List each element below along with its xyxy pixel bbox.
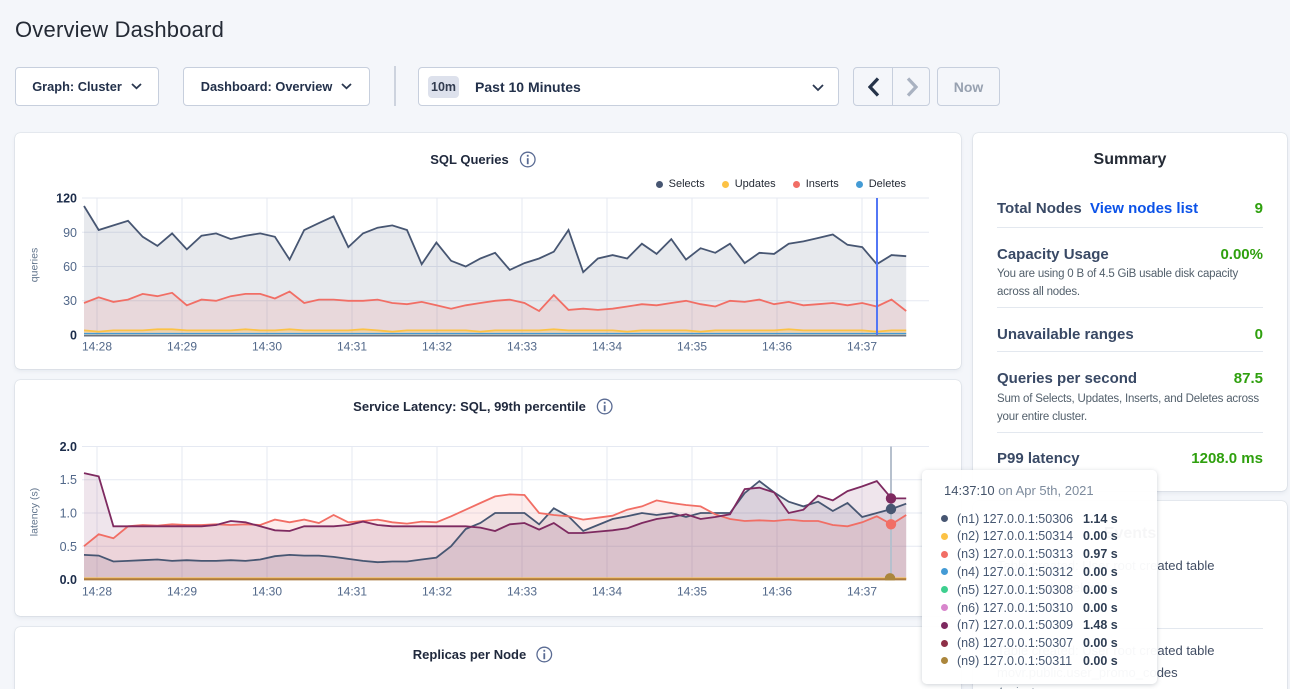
svg-text:14:29: 14:29 [167,340,197,354]
svg-text:14:35: 14:35 [677,340,707,354]
svg-text:14:30: 14:30 [252,340,282,354]
svg-text:14:37: 14:37 [847,340,877,354]
svg-text:14:30: 14:30 [252,585,282,599]
svg-text:latency (s): latency (s) [29,488,41,536]
svg-text:14:28: 14:28 [82,340,112,354]
svg-text:14:28: 14:28 [82,585,112,599]
svg-text:14:32: 14:32 [422,340,452,354]
svg-text:0.5: 0.5 [60,540,77,554]
svg-text:14:33: 14:33 [507,340,537,354]
svg-text:30: 30 [63,294,77,308]
svg-text:90: 90 [63,226,77,240]
svg-text:0.0: 0.0 [60,573,77,587]
svg-text:1.5: 1.5 [60,473,77,487]
svg-text:60: 60 [63,260,77,274]
svg-text:14:37: 14:37 [847,585,877,599]
svg-text:120: 120 [56,192,77,206]
svg-text:14:36: 14:36 [762,340,792,354]
svg-text:14:32: 14:32 [422,585,452,599]
svg-text:14:33: 14:33 [507,585,537,599]
svg-text:14:29: 14:29 [167,585,197,599]
svg-text:0: 0 [70,329,77,343]
svg-text:queries: queries [29,248,41,282]
svg-text:2.0: 2.0 [60,440,77,454]
svg-text:14:34: 14:34 [592,585,622,599]
svg-text:14:31: 14:31 [337,340,367,354]
svg-text:14:31: 14:31 [337,585,367,599]
svg-text:14:34: 14:34 [592,340,622,354]
svg-text:1.0: 1.0 [60,507,77,521]
svg-text:14:36: 14:36 [762,585,792,599]
svg-text:14:35: 14:35 [677,585,707,599]
